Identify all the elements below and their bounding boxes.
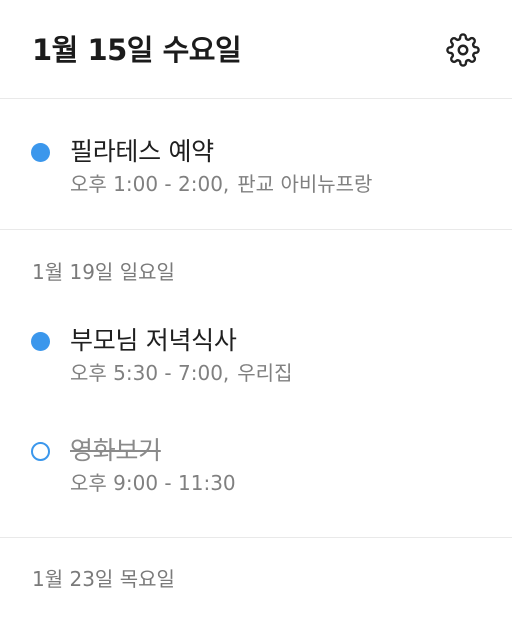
page-title: 1월 15일 수요일 — [32, 33, 242, 67]
event-meta: 오후 5:30 - 7:00, 우리집 — [70, 359, 292, 387]
settings-button[interactable] — [444, 31, 482, 69]
day-section: 1월 19일 일요일 부모님 저녁식사 오후 5:30 - 7:00, 우리집 영… — [0, 230, 512, 538]
calendar-agenda: 1월 15일 수요일 필라테스 예약 오후 1:00 - 2:00, 판교 아비뉴… — [0, 0, 512, 634]
event-location: 판교 아비뉴프랑 — [237, 172, 373, 196]
event-status-dot — [31, 332, 50, 351]
date-header: 1월 23일 목요일 — [32, 567, 175, 591]
event-item-completed[interactable]: 영화보기 오후 9:00 - 11:30 — [0, 429, 512, 499]
event-location: 우리집 — [237, 361, 293, 385]
gear-icon — [446, 33, 480, 67]
event-status-dot — [31, 143, 50, 162]
event-item[interactable]: 필라테스 예약 오후 1:00 - 2:00, 판교 아비뉴프랑 — [0, 130, 512, 200]
event-title: 영화보기 — [70, 436, 161, 465]
event-title: 부모님 저녁식사 — [70, 326, 237, 355]
day-section-today: 필라테스 예약 오후 1:00 - 2:00, 판교 아비뉴프랑 — [0, 99, 512, 230]
event-meta: 오후 1:00 - 2:00, 판교 아비뉴프랑 — [70, 170, 372, 198]
event-time: 오후 5:30 - 7:00, — [70, 361, 230, 385]
event-time: 오후 9:00 - 11:30 — [70, 471, 236, 495]
header: 1월 15일 수요일 — [0, 0, 512, 99]
date-header: 1월 19일 일요일 — [32, 260, 175, 284]
event-item[interactable]: 부모님 저녁식사 오후 5:30 - 7:00, 우리집 — [0, 319, 512, 389]
event-meta: 오후 9:00 - 11:30 — [70, 469, 236, 497]
event-title: 필라테스 예약 — [70, 137, 214, 166]
event-time: 오후 1:00 - 2:00, — [70, 172, 230, 196]
day-section: 1월 23일 목요일 — [0, 538, 512, 634]
event-status-dot-hollow — [31, 442, 50, 461]
